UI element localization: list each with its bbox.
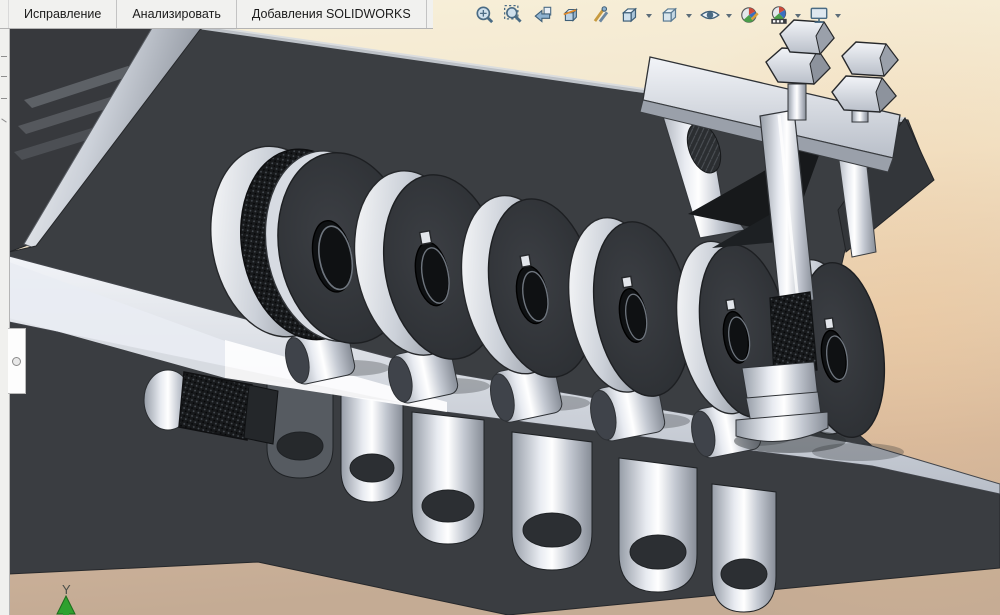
triad-y-label: Y (62, 582, 71, 597)
tab-analizirovat[interactable]: Анализировать (117, 0, 237, 28)
edit-appearance-icon[interactable] (739, 4, 761, 26)
command-manager-tabs: Исправление Анализировать Добавления SOL… (0, 0, 433, 29)
display-style-dropdown-icon[interactable] (686, 13, 692, 18)
panel-mark (1, 56, 7, 57)
view-orientation-dropdown-icon[interactable] (646, 13, 652, 18)
panel-expand-icon (12, 356, 21, 366)
heads-up-toolbar (474, 2, 841, 27)
hide-show-items-dropdown-icon[interactable] (726, 13, 732, 18)
tab-dobavleniya-solidworks[interactable]: Добавления SOLIDWORKS (236, 0, 427, 28)
panel-mark (1, 76, 7, 77)
panel-expand-tab[interactable] (8, 328, 26, 394)
hide-show-items-icon[interactable] (699, 4, 721, 26)
zoom-to-fit-icon[interactable] (474, 4, 496, 26)
graphics-viewport[interactable]: Y (0, 0, 1000, 615)
apply-scene-icon[interactable] (768, 4, 790, 26)
tabbar-lead (0, 0, 9, 28)
view-orientation-icon[interactable] (619, 4, 641, 26)
display-style-icon[interactable] (659, 4, 681, 26)
zoom-to-area-icon[interactable] (503, 4, 525, 26)
apply-scene-dropdown-icon[interactable] (795, 13, 801, 18)
tab-ispravlenie[interactable]: Исправление (9, 0, 118, 28)
view-settings-dropdown-icon[interactable] (835, 13, 841, 18)
annotation-tools-icon[interactable] (590, 4, 612, 26)
previous-view-icon[interactable] (532, 4, 554, 26)
panel-mark (1, 118, 7, 123)
panel-mark (1, 98, 7, 99)
section-view-icon[interactable] (561, 4, 583, 26)
feature-manager-collapsed-strip[interactable] (0, 28, 10, 615)
solidworks-window: Y Исправление Анализировать Добавления S… (0, 0, 1000, 615)
view-settings-icon[interactable] (808, 4, 830, 26)
